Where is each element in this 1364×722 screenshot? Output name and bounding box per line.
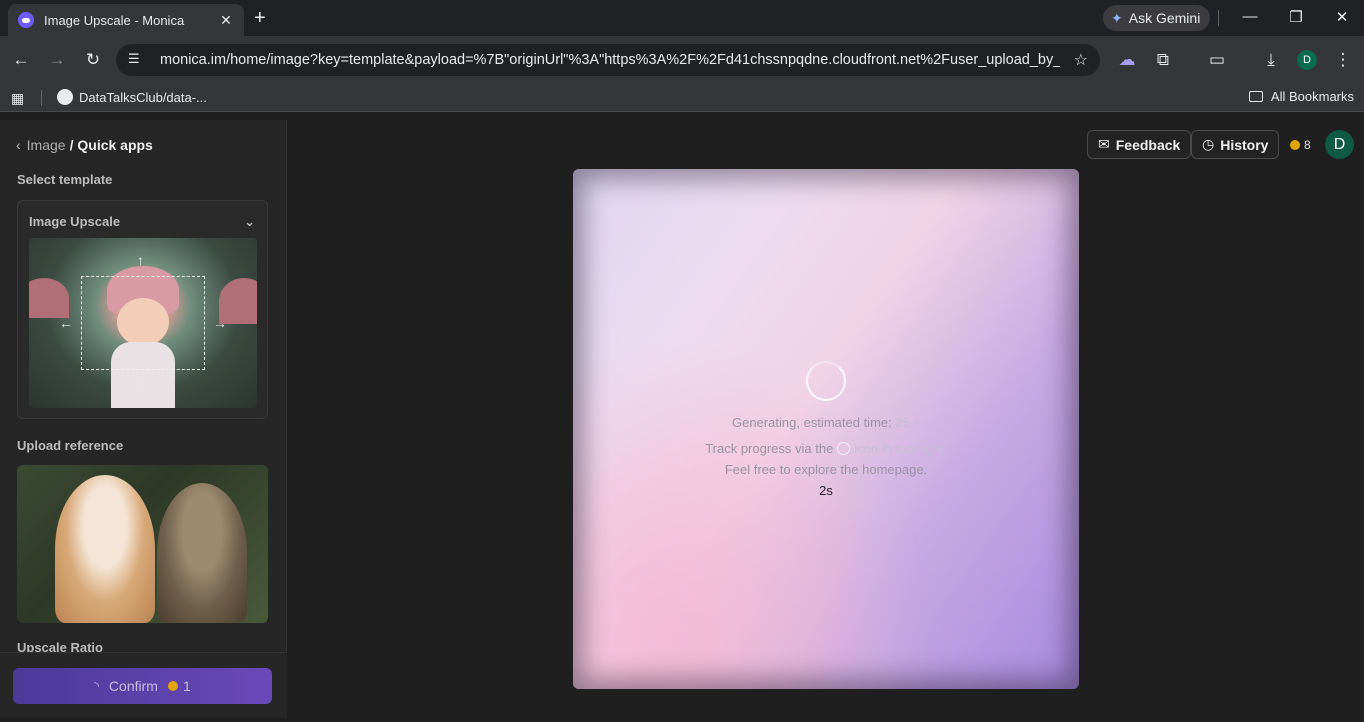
- sidebar: ‹ Image / Quick apps Select template Ima…: [0, 120, 287, 718]
- all-bookmarks-label: All Bookmarks: [1270, 89, 1354, 104]
- forward-icon[interactable]: →: [47, 50, 67, 70]
- ask-gemini-label: Ask Gemini: [1128, 10, 1201, 26]
- monica-extension-icon[interactable]: ☁: [1117, 50, 1137, 70]
- status-text: Generating, estimated time:: [732, 415, 892, 430]
- generating-status: Generating, estimated time: 25 s: [573, 415, 1079, 430]
- feedback-button[interactable]: ✉ Feedback: [1087, 130, 1192, 159]
- coin-icon: [167, 681, 178, 691]
- restore-icon[interactable]: ❐: [1286, 8, 1306, 26]
- template-selector[interactable]: Image Upscale ⌄ ↑ ↓ ← →: [17, 200, 268, 419]
- all-bookmarks-button[interactable]: All Bookmarks: [1248, 89, 1354, 104]
- mushroom-shape: [29, 278, 69, 318]
- clock-icon: ◷: [1202, 136, 1215, 152]
- arrow-down-icon: ↓: [137, 376, 144, 392]
- select-template-label: Select template: [17, 172, 113, 187]
- extensions-icon[interactable]: ⧉: [1153, 50, 1173, 70]
- arrow-left-icon: ←: [59, 315, 73, 331]
- arrow-up-icon: ↑: [137, 252, 144, 268]
- site-info-icon[interactable]: ☰: [128, 51, 146, 69]
- template-preview-image: ↑ ↓ ← →: [29, 238, 257, 408]
- monica-favicon-icon: [18, 12, 34, 28]
- chevron-down-icon: ⌄: [244, 214, 255, 229]
- coin-icon: [1290, 140, 1300, 150]
- profile-avatar[interactable]: D: [1297, 50, 1317, 70]
- bookmark-datatalksclub[interactable]: DataTalksClub/data-...: [57, 89, 207, 105]
- breadcrumb-image[interactable]: Image: [27, 137, 66, 153]
- feedback-label: Feedback: [1115, 136, 1181, 153]
- mail-icon: ✉: [1098, 136, 1110, 152]
- uploaded-reference-image[interactable]: [17, 465, 268, 623]
- confirm-label: Confirm: [108, 678, 158, 694]
- chevron-left-icon[interactable]: ‹: [16, 137, 21, 153]
- avatar[interactable]: D: [1325, 130, 1354, 159]
- divider: [41, 90, 42, 106]
- address-bar[interactable]: ☰ monica.im/home/image?key=template&payl…: [116, 44, 1100, 76]
- tab-search-icon[interactable]: ▭: [1207, 50, 1227, 70]
- credits-badge[interactable]: 8: [1290, 138, 1311, 152]
- loading-spinner: [806, 361, 846, 401]
- elapsed-timer: 2s: [819, 483, 833, 498]
- breadcrumb-quick-apps: / Quick apps: [69, 137, 153, 153]
- estimated-time: 25 s: [895, 415, 920, 430]
- breadcrumb: ‹ Image / Quick apps: [16, 137, 153, 153]
- browser-toolbar: ← → ↻ ☰ monica.im/home/image?key=templat…: [0, 36, 1364, 84]
- history-label: History: [1220, 136, 1269, 153]
- template-name: Image Upscale: [29, 214, 121, 229]
- browser-tab-strip: Image Upscale - Monica ✕ + ✦ Ask Gemini …: [0, 0, 1364, 36]
- history-button[interactable]: ◷ History: [1191, 130, 1280, 159]
- explore-hint: Feel free to explore the homepage.: [724, 462, 928, 477]
- new-tab-icon[interactable]: +: [254, 8, 266, 28]
- menu-icon[interactable]: ⋮: [1333, 50, 1353, 70]
- monica-app: ‹ Image / Quick apps Select template Ima…: [0, 120, 1364, 722]
- gemini-icon: ✦: [1111, 9, 1123, 26]
- folder-icon: [1248, 91, 1263, 102]
- track-progress-hint: Track progress via the icon in top-right.: [573, 441, 1079, 456]
- confirm-cost: 1: [182, 678, 191, 694]
- track-prefix: Track progress via the: [705, 441, 834, 456]
- reload-icon[interactable]: ↻: [83, 50, 103, 70]
- divider: [1218, 10, 1219, 26]
- upscale-selection-box: [81, 276, 205, 370]
- tab-title: Image Upscale - Monica: [44, 12, 185, 28]
- main-panel: ✉ Feedback ◷ History 8 D Generating, est…: [288, 120, 1364, 718]
- minimize-icon[interactable]: —: [1240, 8, 1260, 25]
- track-suffix: icon in top-right.: [854, 441, 947, 456]
- clock-icon: [837, 442, 851, 455]
- back-icon[interactable]: ←: [11, 50, 31, 70]
- cat-shape: [55, 475, 155, 623]
- upload-reference-label: Upload reference: [17, 438, 124, 453]
- apps-grid-icon[interactable]: ▦: [11, 90, 27, 106]
- credits-count: 8: [1304, 138, 1311, 152]
- bookmarks-bar: ▦ DataTalksClub/data-... All Bookmarks: [0, 84, 1364, 112]
- confirm-button[interactable]: ◝ Confirm 1: [13, 668, 272, 704]
- bookmark-label: DataTalksClub/data-...: [79, 89, 207, 105]
- browser-tab[interactable]: Image Upscale - Monica ✕: [8, 4, 244, 36]
- bookmark-star-icon[interactable]: ☆: [1074, 50, 1088, 70]
- tab-close-icon[interactable]: ✕: [218, 12, 234, 29]
- ask-gemini-button[interactable]: ✦ Ask Gemini: [1103, 5, 1211, 31]
- github-icon: [57, 89, 73, 105]
- url-text[interactable]: monica.im/home/image?key=template&payloa…: [160, 52, 1060, 68]
- download-icon[interactable]: ⤓: [1261, 50, 1281, 70]
- loading-spinner-icon: ◝: [94, 679, 99, 693]
- arrow-right-icon: →: [213, 315, 227, 331]
- window-close-icon[interactable]: ✕: [1332, 8, 1352, 26]
- template-dropdown[interactable]: Image Upscale ⌄: [29, 214, 255, 230]
- generation-preview: Generating, estimated time: 25 s Track p…: [573, 169, 1079, 689]
- cat-shape: [157, 483, 247, 623]
